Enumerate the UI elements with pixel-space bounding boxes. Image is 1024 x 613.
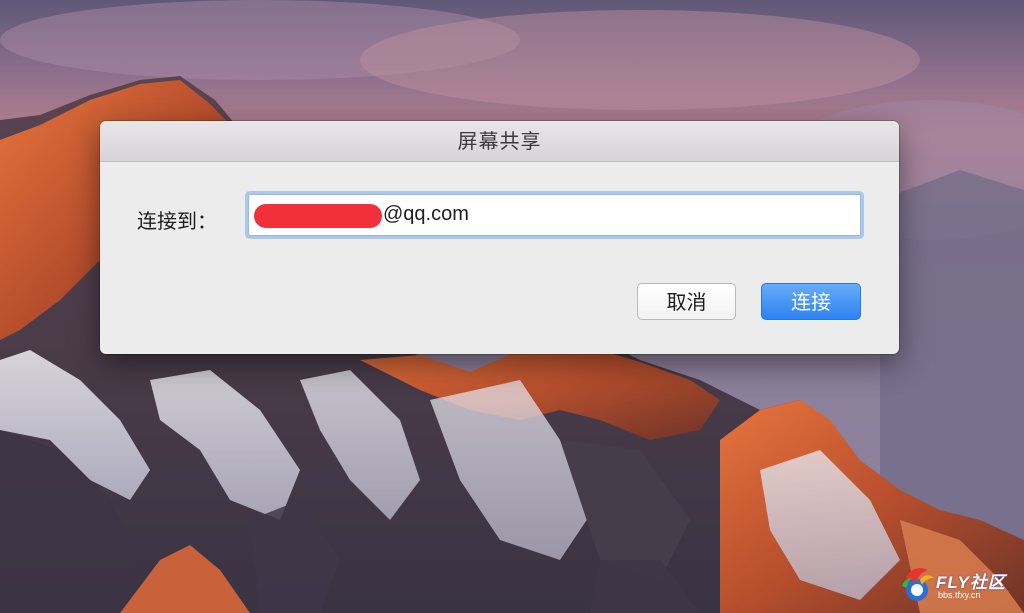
desktop: 屏幕共享 连接到： @qq.com 取消 连接 FLY社区 bbs.tfxy.c… xyxy=(0,0,1024,613)
cancel-button[interactable]: 取消 xyxy=(637,283,736,320)
address-input[interactable]: @qq.com xyxy=(248,194,861,236)
fly-logo-icon xyxy=(902,568,934,601)
connect-to-label: 连接到： xyxy=(137,209,217,233)
dialog-titlebar[interactable]: 屏幕共享 xyxy=(100,121,899,162)
redacted-username xyxy=(254,204,382,228)
dialog-title: 屏幕共享 xyxy=(457,129,542,153)
connect-button[interactable]: 连接 xyxy=(761,283,861,320)
watermark-url: bbs.tfxy.cn xyxy=(938,590,981,600)
screen-sharing-dialog: 屏幕共享 连接到： @qq.com 取消 连接 xyxy=(100,121,899,354)
watermark: FLY社区 bbs.tfxy.cn xyxy=(896,560,1020,608)
address-suffix-text: @qq.com xyxy=(383,203,469,225)
